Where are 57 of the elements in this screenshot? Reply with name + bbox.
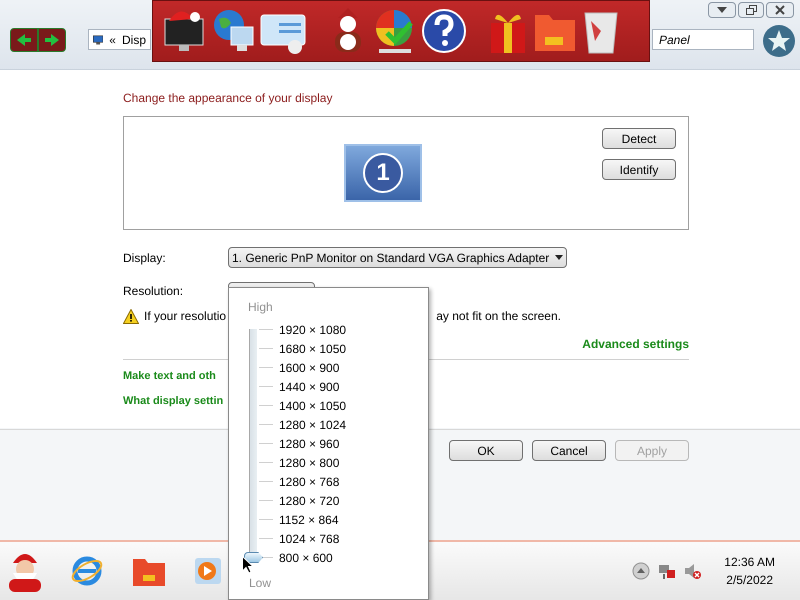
breadcrumb-item[interactable]: Disp [122, 30, 146, 48]
close-button[interactable] [766, 2, 794, 18]
left-arrow-icon [17, 34, 31, 46]
warning-text: If your resolutio [144, 308, 226, 325]
caret-icon [555, 255, 564, 260]
restore-button[interactable] [738, 2, 764, 18]
media-player-icon[interactable] [194, 557, 222, 585]
page-heading: Change the appearance of your display [123, 90, 334, 107]
slider-high-label: High [248, 299, 273, 316]
panel-button[interactable]: Identify [602, 159, 676, 180]
mouse-cursor-icon [242, 556, 254, 574]
monitor-tile[interactable]: 1 [344, 144, 422, 202]
forward-button[interactable] [38, 28, 66, 52]
resolution-option[interactable]: 1440 × 900 [279, 378, 340, 396]
address-bar[interactable]: « Disp [88, 29, 151, 50]
resolution-option[interactable]: 1280 × 768 [279, 472, 340, 490]
resolution-option[interactable]: 1680 × 1050 [279, 340, 346, 358]
resolution-option[interactable]: 1600 × 900 [279, 358, 340, 376]
display-dropdown[interactable]: 1. Generic PnP Monitor on Standard VGA Graphics Adapter [228, 247, 568, 268]
resolution-option[interactable]: 1280 × 1024 [279, 416, 346, 434]
field-label: Resolution: [123, 283, 184, 300]
restore-icon [746, 5, 756, 15]
help-icon[interactable] [421, 8, 467, 54]
search-field[interactable]: Panel [652, 29, 754, 50]
warning-text: ay not fit on the screen. [436, 308, 561, 325]
resolution-option[interactable]: 1024 × 768 [279, 530, 340, 548]
settings-link[interactable]: Make text and oth [123, 368, 216, 386]
monitor-number: 1 [376, 161, 390, 185]
resolution-option[interactable]: 1280 × 960 [279, 434, 340, 452]
advanced-settings-link[interactable]: Advanced settings [582, 335, 689, 353]
slider-low-label: Low [249, 575, 272, 592]
speaker-muted-icon[interactable] [684, 562, 702, 580]
field-label: Display: [123, 250, 167, 266]
resolution-option[interactable]: 1152 × 864 [279, 510, 339, 528]
right-arrow-icon [45, 34, 59, 46]
dialog-button[interactable]: Cancel [532, 440, 606, 461]
show-hidden-icons-icon[interactable] [632, 562, 650, 580]
network-error-icon[interactable] [658, 562, 676, 580]
breadcrumb-chevron[interactable]: « [109, 30, 116, 48]
back-button[interactable] [10, 28, 38, 52]
resolution-option[interactable]: 1280 × 800 [279, 454, 340, 472]
caret-icon [717, 7, 727, 13]
resolution-option[interactable]: 1280 × 720 [279, 492, 340, 510]
close-icon [775, 5, 785, 15]
browser-icon[interactable] [70, 554, 104, 588]
clock[interactable]: 12:36 AM 2/5/2022 [724, 553, 775, 589]
star-orb-icon[interactable] [762, 24, 796, 58]
monitor-icon [93, 32, 104, 46]
resolution-option[interactable]: 1400 × 1050 [279, 396, 346, 414]
minimize-button[interactable] [708, 2, 736, 18]
resolution-option[interactable]: 1920 × 1080 [279, 320, 346, 338]
warning-icon [123, 308, 139, 324]
dialog-button[interactable]: OK [449, 440, 523, 461]
slider-thumb[interactable] [244, 552, 263, 563]
resolution-option[interactable]: 800 × 600 [279, 548, 333, 566]
settings-link[interactable]: What display settin [123, 393, 224, 411]
panel-button[interactable]: Detect [602, 128, 676, 149]
